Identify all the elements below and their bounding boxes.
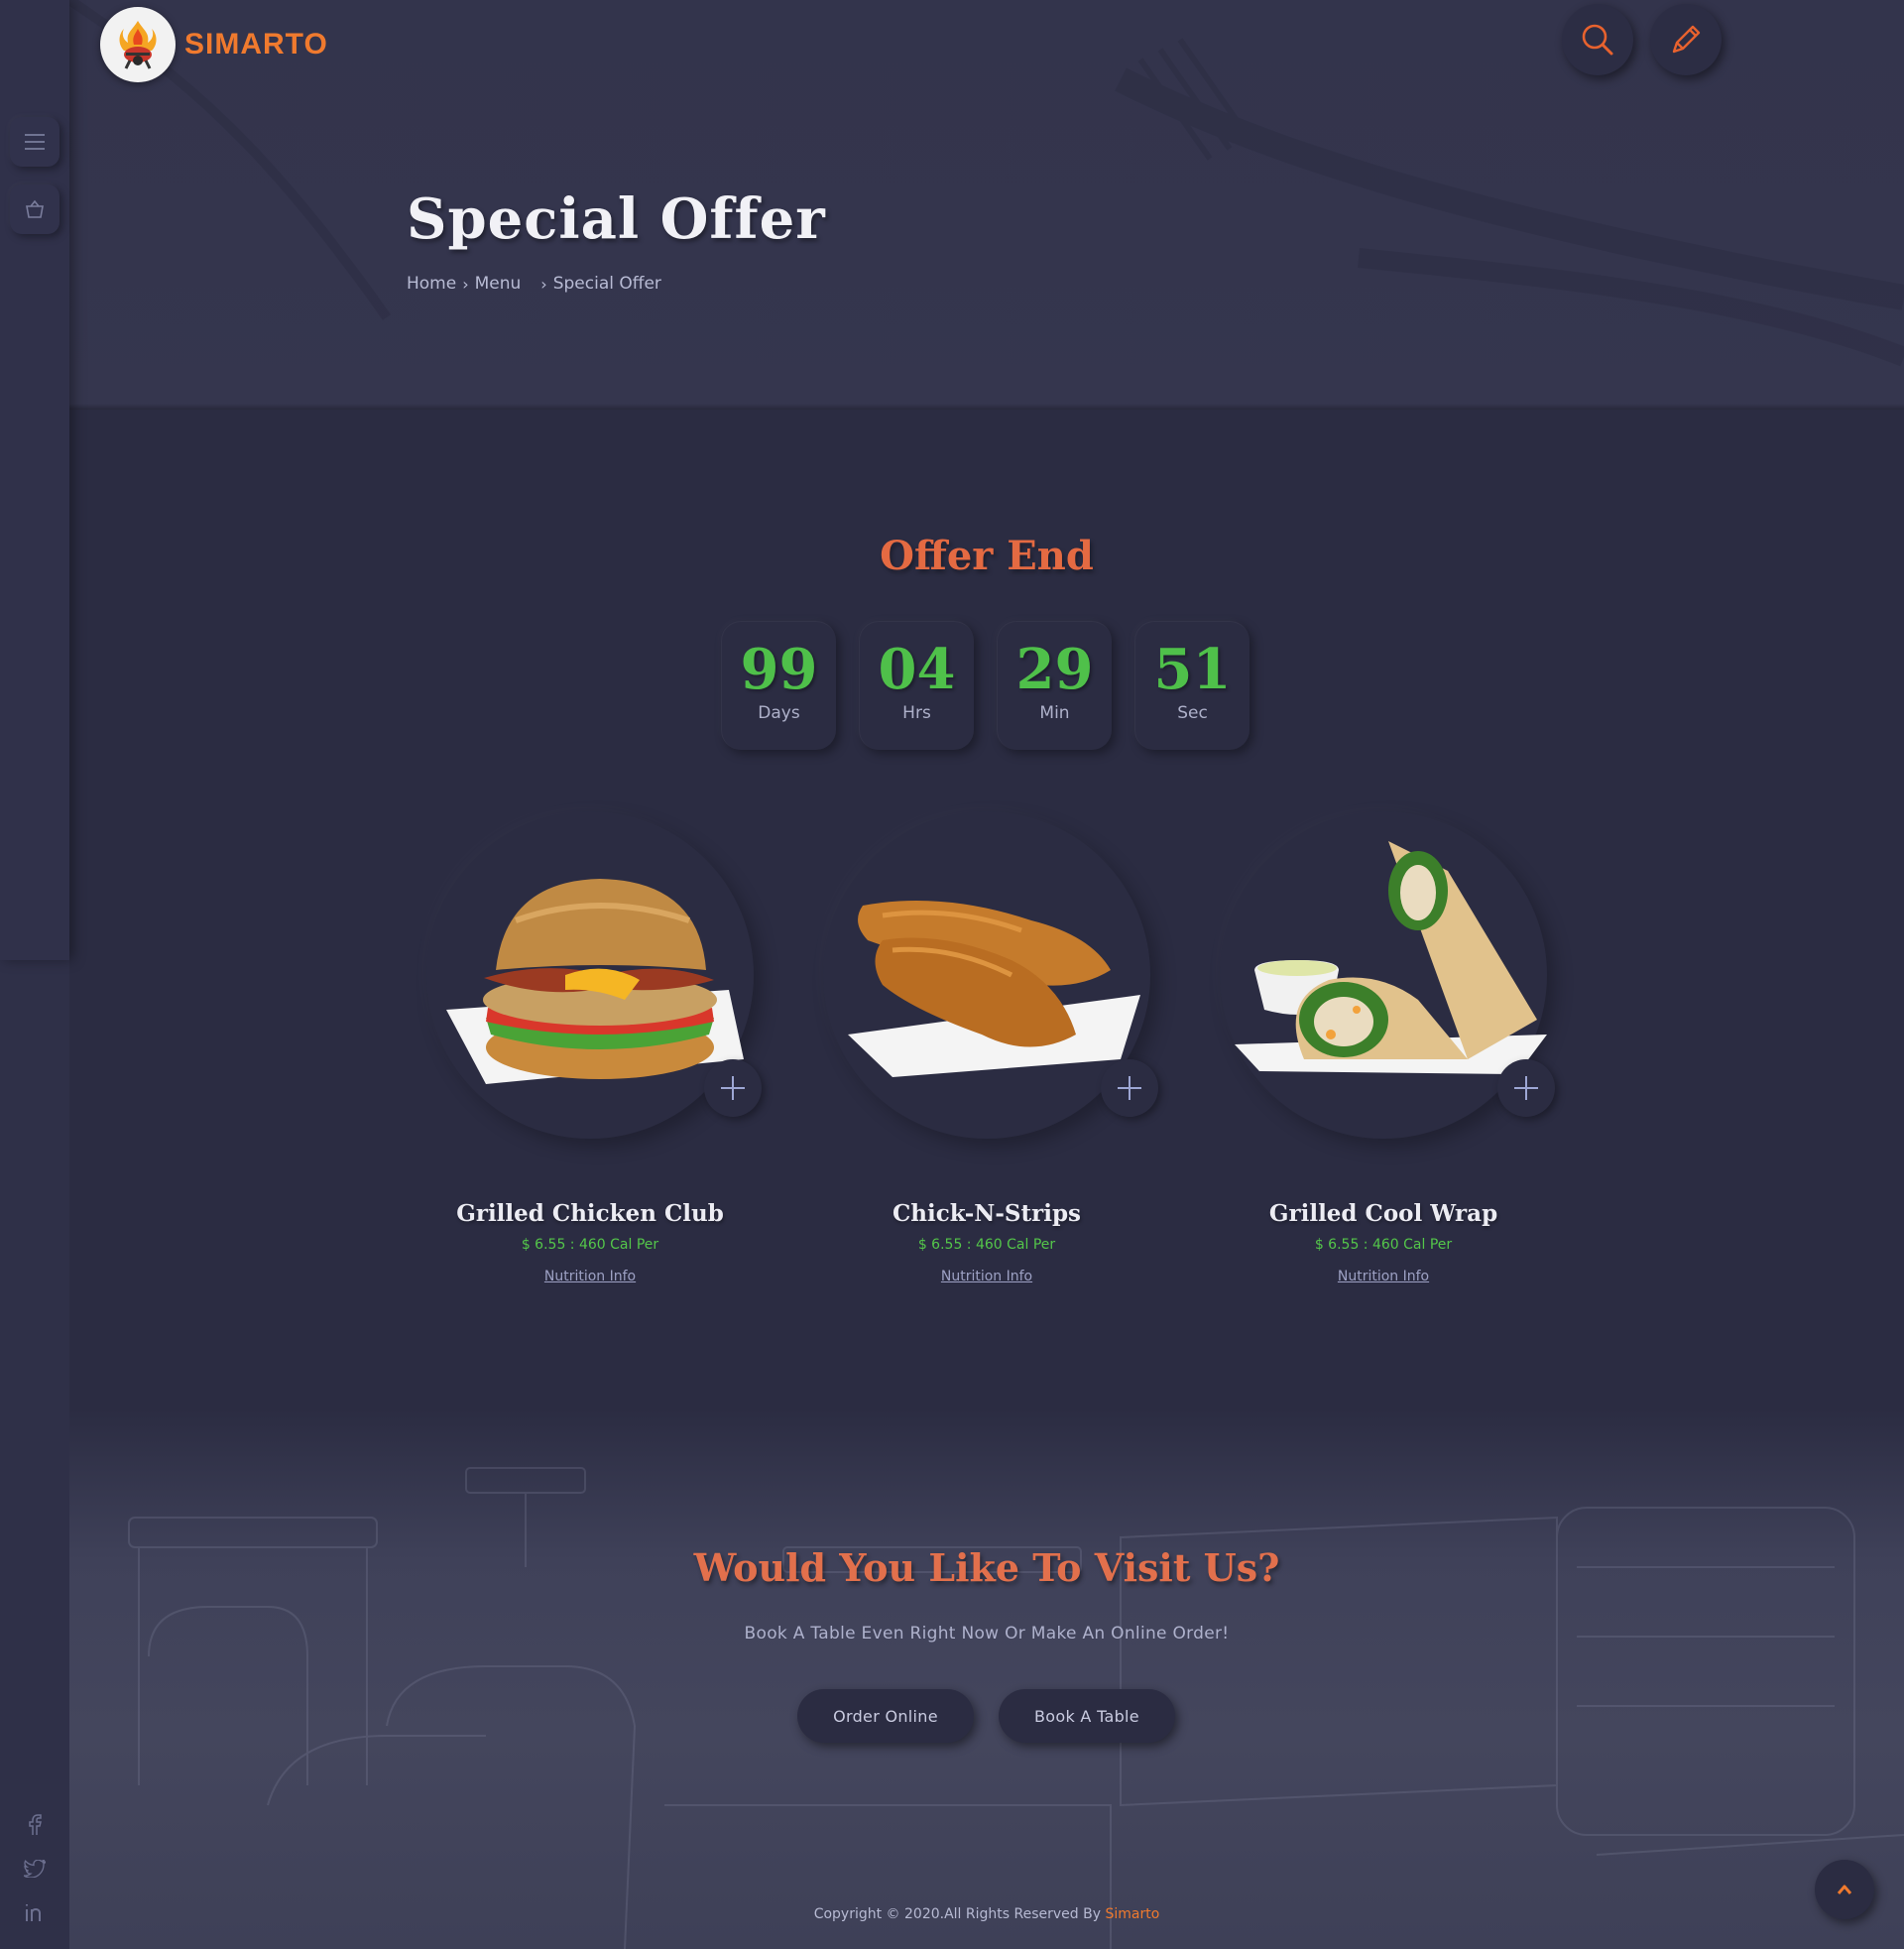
linkedin-link[interactable] bbox=[22, 1899, 48, 1925]
hamburger-icon bbox=[25, 134, 45, 150]
grill-flame-icon bbox=[119, 21, 157, 69]
linkedin-icon bbox=[26, 1904, 41, 1921]
hero-banner bbox=[69, 0, 1904, 410]
breadcrumb-menu[interactable]: Menu bbox=[475, 274, 522, 294]
scroll-to-top-button[interactable] bbox=[1815, 1860, 1874, 1919]
product-card: Grilled Cool Wrap $ 6.55 : 460 Cal Per N… bbox=[1220, 811, 1555, 1284]
page-title: Special Offer bbox=[407, 186, 826, 252]
copyright-brand-link[interactable]: Simarto bbox=[1105, 1906, 1159, 1922]
product-name: Grilled Chicken Club bbox=[456, 1200, 724, 1227]
sidebar-strip bbox=[0, 960, 69, 1949]
visit-title: Would You Like To Visit Us? bbox=[693, 1545, 1280, 1590]
chevron-up-icon bbox=[1837, 1885, 1852, 1894]
visit-subtitle: Book A Table Even Right Now Or Make An O… bbox=[744, 1624, 1230, 1644]
countdown-value: 99 bbox=[740, 637, 818, 702]
countdown-label: Hrs bbox=[902, 703, 931, 723]
countdown-hours: 04 Hrs bbox=[859, 621, 974, 750]
twitter-link[interactable] bbox=[22, 1856, 48, 1882]
plus-icon bbox=[1118, 1076, 1141, 1100]
product-name: Grilled Cool Wrap bbox=[1268, 1200, 1498, 1227]
countdown-minutes: 29 Min bbox=[997, 621, 1112, 750]
facebook-link[interactable] bbox=[22, 1812, 48, 1838]
hero-background-cutlery bbox=[69, 0, 1904, 367]
countdown-days: 99 Days bbox=[721, 621, 836, 750]
order-online-button[interactable]: Order Online bbox=[797, 1689, 974, 1743]
product-price: $ 6.55 : 460 Cal Per bbox=[917, 1237, 1056, 1253]
offer-title: Offer End bbox=[880, 533, 1094, 579]
product-price: $ 6.55 : 460 Cal Per bbox=[1314, 1237, 1453, 1253]
product-card: Grilled Chicken Club $ 6.55 : 460 Cal Pe… bbox=[426, 811, 762, 1284]
brand-name: SIMARTO bbox=[184, 28, 328, 61]
pencil-icon bbox=[1672, 25, 1701, 54]
product-name: Chick-N-Strips bbox=[892, 1200, 1081, 1227]
plus-icon bbox=[721, 1076, 745, 1100]
countdown-value: 04 bbox=[878, 637, 956, 702]
nutrition-info-link[interactable]: Nutrition Info bbox=[941, 1269, 1032, 1284]
product-price: $ 6.55 : 460 Cal Per bbox=[521, 1237, 659, 1253]
nutrition-info-link[interactable]: Nutrition Info bbox=[544, 1269, 636, 1284]
countdown-value: 51 bbox=[1153, 637, 1232, 702]
search-button[interactable] bbox=[1562, 4, 1633, 75]
countdown-label: Min bbox=[1039, 703, 1070, 723]
product-image[interactable] bbox=[426, 811, 762, 1139]
menu-toggle-button[interactable] bbox=[10, 117, 60, 167]
product-card: Chick-N-Strips $ 6.55 : 460 Cal Per Nutr… bbox=[823, 811, 1158, 1284]
countdown: 99 Days 04 Hrs 29 Min 51 Sec bbox=[721, 621, 1250, 750]
basket-icon bbox=[26, 199, 44, 218]
add-to-cart-button[interactable] bbox=[1101, 1059, 1158, 1117]
add-to-cart-button[interactable] bbox=[704, 1059, 762, 1117]
countdown-label: Days bbox=[758, 703, 800, 723]
edit-button[interactable] bbox=[1650, 4, 1722, 75]
cart-button[interactable] bbox=[10, 184, 60, 234]
breadcrumb-current: Special Offer bbox=[552, 274, 661, 294]
chevron-right-icon: › bbox=[540, 274, 547, 294]
visit-section bbox=[69, 1408, 1904, 1949]
facebook-icon bbox=[29, 1814, 42, 1835]
search-icon bbox=[1582, 24, 1613, 56]
logo[interactable]: SIMARTO bbox=[100, 7, 328, 82]
countdown-label: Sec bbox=[1177, 703, 1208, 723]
countdown-value: 29 bbox=[1015, 637, 1094, 702]
sidebar bbox=[0, 0, 69, 960]
product-image[interactable] bbox=[1220, 811, 1555, 1139]
countdown-seconds: 51 Sec bbox=[1134, 621, 1250, 750]
logo-mark bbox=[100, 7, 176, 82]
twitter-icon bbox=[24, 1860, 46, 1878]
footer-copyright: Copyright © 2020.All Rights Reserved By … bbox=[0, 1906, 1904, 1922]
nutrition-info-link[interactable]: Nutrition Info bbox=[1338, 1269, 1429, 1284]
restaurant-sketch-background bbox=[128, 1467, 1904, 1949]
chevron-right-icon: › bbox=[462, 274, 469, 294]
copyright-text: Copyright © 2020.All Rights Reserved By bbox=[813, 1906, 1102, 1922]
product-image[interactable] bbox=[823, 811, 1158, 1139]
plus-icon bbox=[1514, 1076, 1538, 1100]
breadcrumb: Home › Menu › Special Offer bbox=[407, 274, 661, 294]
book-table-button[interactable]: Book A Table bbox=[999, 1689, 1175, 1743]
add-to-cart-button[interactable] bbox=[1497, 1059, 1555, 1117]
breadcrumb-home[interactable]: Home bbox=[407, 274, 456, 294]
